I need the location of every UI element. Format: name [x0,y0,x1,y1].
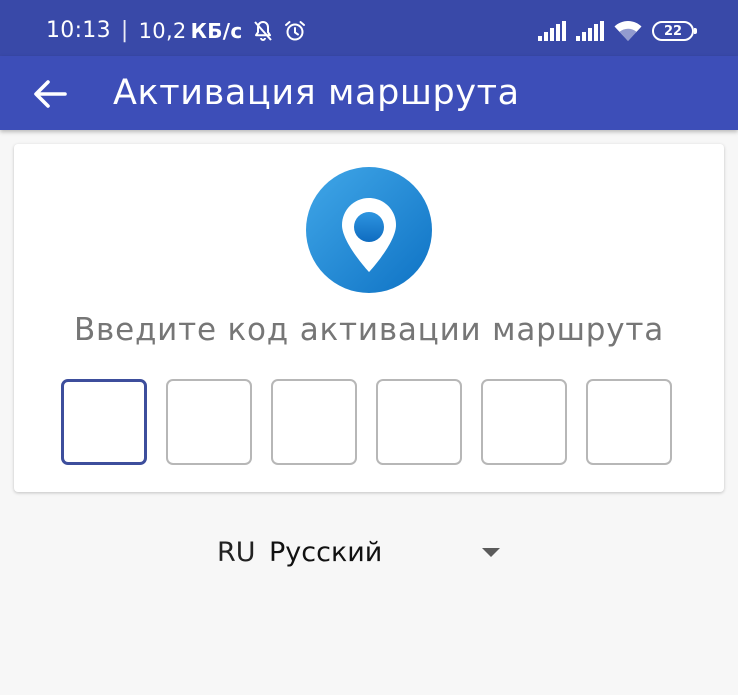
back-button[interactable] [24,68,76,120]
code-digit-input[interactable] [61,379,147,465]
battery-icon: 22 [652,21,697,41]
wifi-icon [614,21,642,41]
dropdown-arrow-icon[interactable] [482,548,500,557]
language-code: RU [217,537,256,568]
status-time: 10:13 [46,18,111,43]
status-bar: 10:13 | 10,2 КБ/с 22 [0,0,738,56]
activation-code-inputs [61,379,672,465]
alarm-icon [284,20,305,40]
language-name: Русский [269,537,383,568]
status-right: 22 [538,20,697,42]
language-select[interactable]: RU Русский [200,530,520,578]
code-digit-input[interactable] [376,379,462,465]
code-digit-input[interactable] [271,379,357,465]
activation-card: Введите код активации маршрута [14,144,724,492]
status-separator: | [120,18,129,43]
activation-prompt: Введите код активации маршрута [73,312,665,348]
signal-icon [576,21,604,41]
code-digit-input[interactable] [586,379,672,465]
app-bar: Активация маршрута [0,56,738,130]
network-speed-value: 10,2 [138,18,187,43]
code-digit-input[interactable] [481,379,567,465]
status-left: 10:13 | 10,2 КБ/с [46,18,307,43]
battery-level: 22 [663,23,683,39]
code-digit-input[interactable] [166,379,252,465]
signal-icon [538,21,566,41]
network-speed-unit: КБ/с [190,18,243,43]
page-title: Активация маршрута [113,73,520,113]
arrow-back-icon [34,80,67,108]
notifications-muted-icon [253,20,272,41]
map-pin-logo-icon [306,167,432,293]
